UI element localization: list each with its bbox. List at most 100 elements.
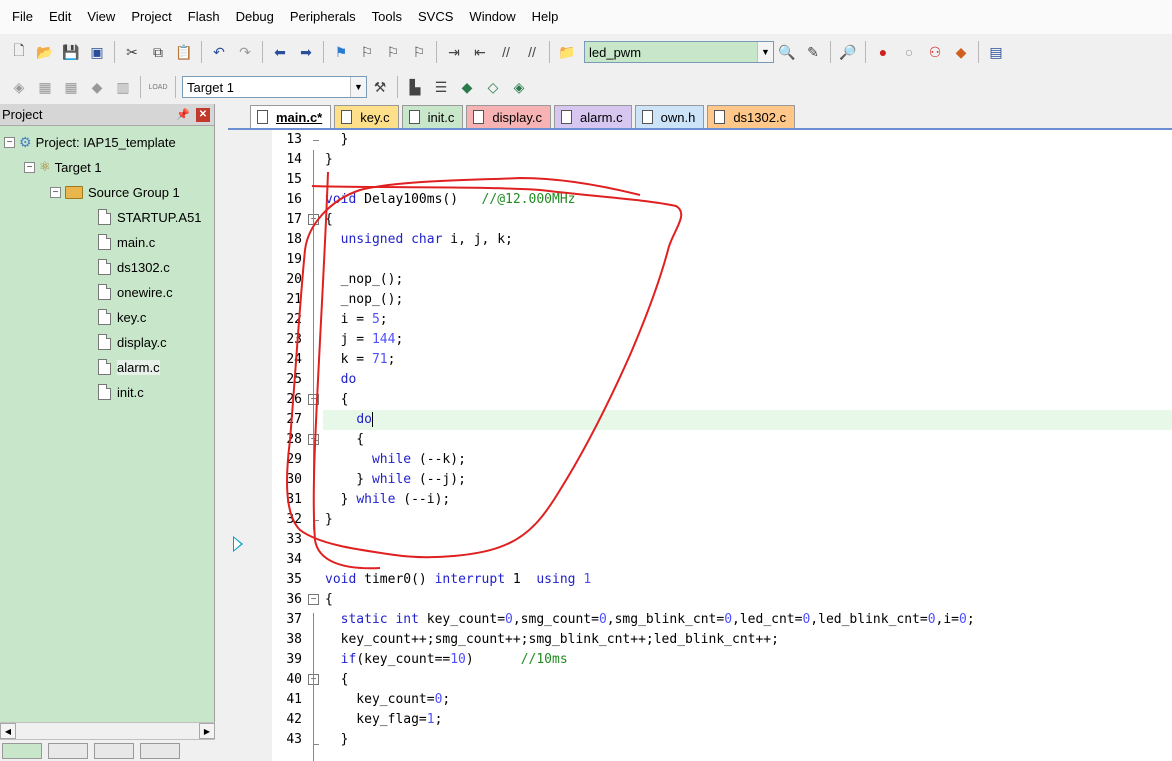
menu-svcs[interactable]: SVCS xyxy=(410,0,461,34)
code-line[interactable]: } while (--j); xyxy=(325,470,1172,490)
code-line[interactable]: unsigned char i, j, k; xyxy=(325,230,1172,250)
tab-own-h[interactable]: own.h xyxy=(634,105,705,128)
code-line[interactable]: static int key_count=0,smg_count=0,smg_b… xyxy=(325,610,1172,630)
pin-icon[interactable]: 📌 xyxy=(176,108,190,121)
kill-breakpoints-icon[interactable]: ◆ xyxy=(950,41,972,63)
code-line[interactable]: j = 144; xyxy=(325,330,1172,350)
open-file-icon[interactable]: 📂 xyxy=(34,41,56,63)
save-all-icon[interactable]: ▣ xyxy=(86,41,108,63)
new-file-icon[interactable]: 🗋 xyxy=(8,41,30,63)
menu-project[interactable]: Project xyxy=(123,0,179,34)
fold-collapse-icon[interactable]: − xyxy=(308,594,319,605)
code-line[interactable]: { xyxy=(325,590,1172,610)
project-select[interactable]: led_pwm ▼ xyxy=(584,41,774,63)
tree-item-file[interactable]: key.c xyxy=(98,305,146,329)
scroll-right-icon[interactable]: ▶ xyxy=(199,723,215,739)
select-packs-icon[interactable]: ◆ xyxy=(456,76,478,98)
disable-breakpoint-icon[interactable]: ○ xyxy=(898,41,920,63)
save-icon[interactable]: 💾 xyxy=(60,41,82,63)
tree-item-file[interactable]: init.c xyxy=(98,380,144,404)
disable-all-breakpoints-icon[interactable]: ⚇ xyxy=(924,41,946,63)
target-options-icon[interactable]: ⚒ xyxy=(369,76,391,98)
prev-bookmark-icon[interactable]: ⚐ xyxy=(356,41,378,63)
tree-item-group[interactable]: − Source Group 1 xyxy=(50,180,180,204)
code-line[interactable]: key_count=0; xyxy=(325,690,1172,710)
nav-forward-icon[interactable]: ➡ xyxy=(295,41,317,63)
tree-item-file[interactable]: alarm.c xyxy=(98,355,160,379)
tab-main-c[interactable]: main.c* xyxy=(250,105,332,128)
debug-session-icon[interactable]: 🔎 xyxy=(837,41,859,63)
code-editor[interactable]: 13 14 15 16 17 18 19 20 21 22 23 24 25 26 27 28 29 30 31 32… xyxy=(228,130,1172,761)
menu-help[interactable]: Help xyxy=(524,0,567,34)
menu-window[interactable]: Window xyxy=(461,0,523,34)
code-line[interactable]: { xyxy=(325,210,1172,230)
menu-edit[interactable]: Edit xyxy=(41,0,79,34)
tab-key-c[interactable]: key.c xyxy=(334,105,399,128)
tree-item-file[interactable]: main.c xyxy=(98,230,155,254)
translate-icon[interactable]: ◈ xyxy=(8,76,30,98)
window-layout-icon[interactable]: ▤ xyxy=(985,41,1007,63)
incremental-find-icon[interactable]: ✎ xyxy=(802,41,824,63)
bookmark-icon[interactable]: ⚑ xyxy=(330,41,352,63)
tree-item-project[interactable]: − ⚙ Project: IAP15_template xyxy=(4,130,176,154)
tab-books[interactable] xyxy=(48,742,88,759)
uncomment-icon[interactable]: // xyxy=(521,41,543,63)
tree-item-file[interactable]: STARTUP.A51 xyxy=(98,205,202,229)
horizontal-scrollbar[interactable]: ◀ ▶ xyxy=(0,722,215,739)
code-line[interactable] xyxy=(325,530,1172,550)
code-line[interactable]: key_flag=1; xyxy=(325,710,1172,730)
fold-margin[interactable]: −−−−− xyxy=(306,130,322,761)
find-in-files-icon[interactable]: 📁 xyxy=(556,41,578,63)
tab-ds1302-c[interactable]: ds1302.c xyxy=(707,105,796,128)
cut-icon[interactable]: ✂ xyxy=(121,41,143,63)
build-icon[interactable]: ▦ xyxy=(34,76,56,98)
unindent-icon[interactable]: ⇤ xyxy=(469,41,491,63)
tab-project[interactable] xyxy=(2,742,42,759)
copy-icon[interactable]: ⧉ xyxy=(147,41,169,63)
tree-item-file[interactable]: ds1302.c xyxy=(98,255,170,279)
menu-view[interactable]: View xyxy=(79,0,123,34)
tab-init-c[interactable]: init.c xyxy=(401,105,464,128)
tree-item-file[interactable]: display.c xyxy=(98,330,167,354)
code-line[interactable]: } xyxy=(325,150,1172,170)
manage-project-icon[interactable]: ☰ xyxy=(430,76,452,98)
nav-back-icon[interactable]: ⬅ xyxy=(269,41,291,63)
code-line[interactable]: } xyxy=(325,510,1172,530)
tree-item-target[interactable]: − ⚛ Target 1 xyxy=(24,155,102,179)
menu-flash[interactable]: Flash xyxy=(180,0,228,34)
tree-item-file[interactable]: onewire.c xyxy=(98,280,173,304)
code-line[interactable]: if(key_count==10) //10ms xyxy=(325,650,1172,670)
code-line[interactable] xyxy=(325,170,1172,190)
chevron-down-icon[interactable]: ▼ xyxy=(757,42,773,62)
tab-templates[interactable] xyxy=(140,742,180,759)
code-line[interactable] xyxy=(325,550,1172,570)
batch-build-icon[interactable]: ◆ xyxy=(86,76,108,98)
code-line[interactable]: } xyxy=(325,130,1172,150)
breakpoint-icon[interactable]: ● xyxy=(872,41,894,63)
scroll-left-icon[interactable]: ◀ xyxy=(0,723,16,739)
collapse-icon[interactable]: − xyxy=(50,186,61,198)
find-icon[interactable]: 🔍 xyxy=(776,41,798,63)
menu-peripherals[interactable]: Peripherals xyxy=(282,0,364,34)
code-line[interactable]: { xyxy=(325,430,1172,450)
code-line[interactable]: } xyxy=(325,730,1172,750)
target-select[interactable]: Target 1 ▼ xyxy=(182,76,367,98)
tab-functions[interactable] xyxy=(94,742,134,759)
clear-bookmarks-icon[interactable]: ⚐ xyxy=(408,41,430,63)
code-line[interactable]: key_count++;smg_count++;smg_blink_cnt++;… xyxy=(325,630,1172,650)
code-line[interactable]: do xyxy=(325,370,1172,390)
menu-file[interactable]: File xyxy=(4,0,41,34)
code-line[interactable]: { xyxy=(325,670,1172,690)
close-icon[interactable]: ✕ xyxy=(196,107,210,122)
rebuild-icon[interactable]: ▦ xyxy=(60,76,82,98)
code-line[interactable]: _nop_(); xyxy=(325,270,1172,290)
code-area[interactable]: }} void Delay100ms() //@12.000MHz{ unsign… xyxy=(323,130,1172,750)
paste-icon[interactable]: 📋 xyxy=(173,41,195,63)
code-line[interactable]: while (--k); xyxy=(325,450,1172,470)
comment-icon[interactable]: // xyxy=(495,41,517,63)
file-extensions-icon[interactable]: ▙ xyxy=(404,76,426,98)
next-bookmark-icon[interactable]: ⚐ xyxy=(382,41,404,63)
collapse-icon[interactable]: − xyxy=(24,161,35,173)
tab-display-c[interactable]: display.c xyxy=(466,105,551,128)
menu-debug[interactable]: Debug xyxy=(228,0,282,34)
